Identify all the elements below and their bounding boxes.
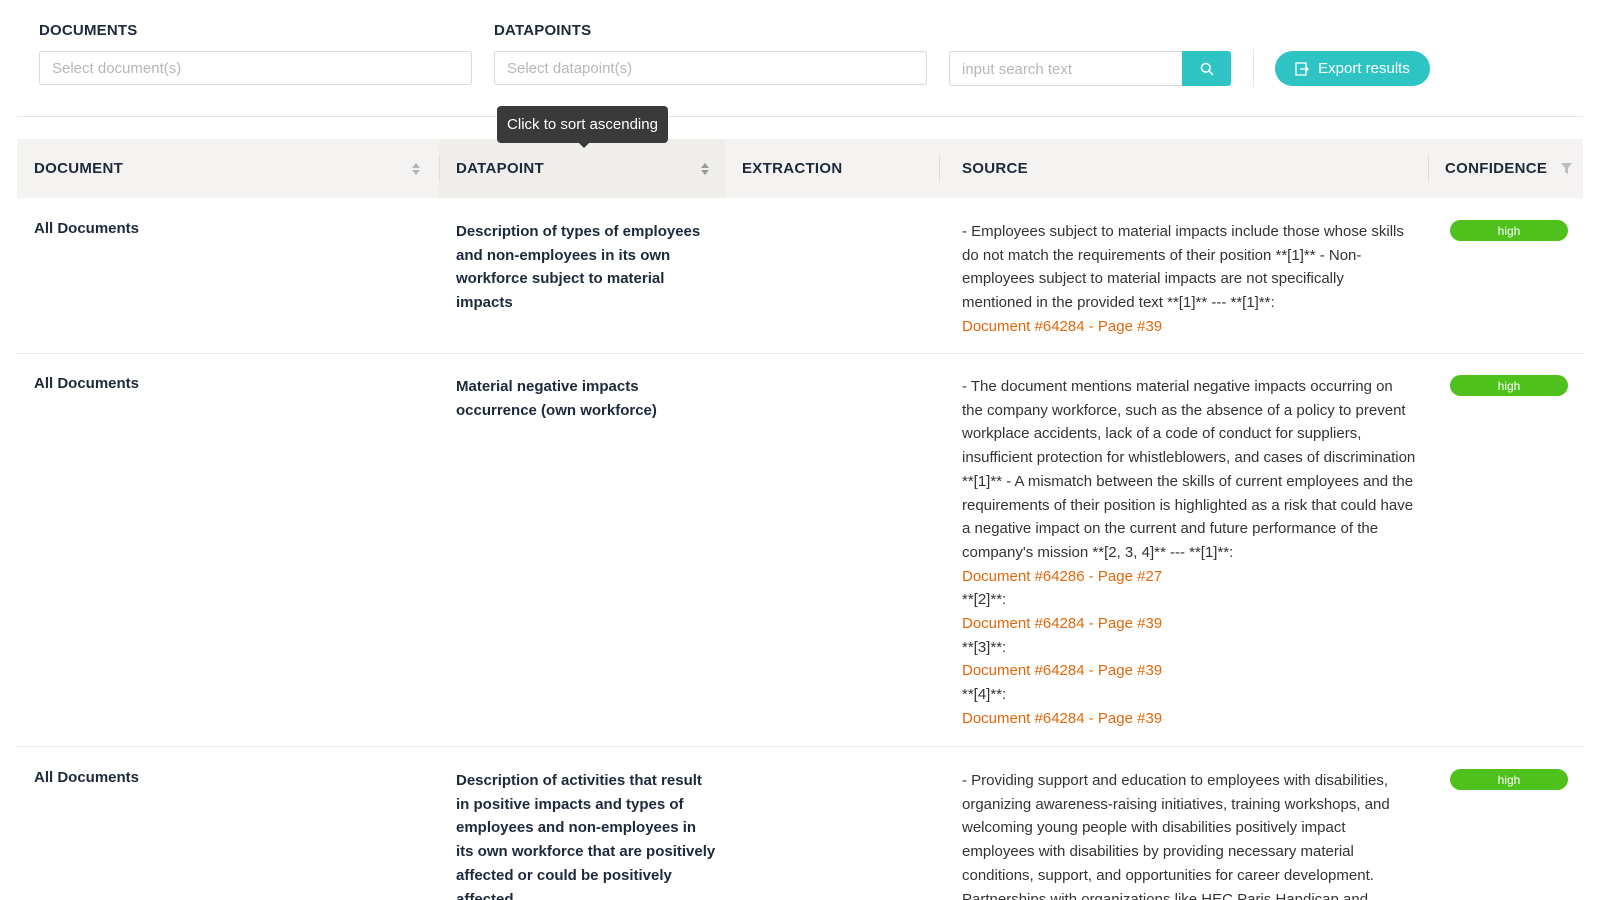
tooltip-arrow xyxy=(578,142,590,148)
datapoints-select[interactable]: Select datapoint(s) xyxy=(494,51,927,85)
source-cell: - Employees subject to material impacts … xyxy=(962,220,1417,339)
source-cell: - Providing support and education to emp… xyxy=(962,769,1417,900)
sort-tooltip: Click to sort ascending xyxy=(497,106,668,143)
export-label: Export results xyxy=(1318,60,1410,77)
datapoint-cell: Description of types of employees and no… xyxy=(456,223,701,312)
confidence-badge: high xyxy=(1450,769,1568,790)
toolbar-divider xyxy=(1253,49,1254,87)
column-header-datapoint[interactable]: DATAPOINT xyxy=(456,139,696,198)
source-text: - The document mentions material negativ… xyxy=(962,378,1416,561)
confidence-badge: high xyxy=(1450,220,1568,241)
datapoint-cell: Description of activities that result in… xyxy=(456,772,716,900)
table-row: All Documents Description of types of em… xyxy=(17,198,1583,354)
citation-marker: **[3]**: xyxy=(962,638,1007,656)
document-cell: All Documents xyxy=(34,220,140,237)
source-link[interactable]: Document #64284 - Page #39 xyxy=(962,707,1417,731)
documents-select[interactable]: Select document(s) xyxy=(39,51,472,85)
search-button[interactable] xyxy=(1182,51,1231,86)
datapoint-cell: Material negative impacts occurrence (ow… xyxy=(456,378,657,419)
column-header-document[interactable]: DOCUMENT xyxy=(34,139,424,198)
source-link[interactable]: Document #64284 - Page #39 xyxy=(962,315,1417,339)
column-divider xyxy=(1428,155,1429,182)
source-text: - Providing support and education to emp… xyxy=(962,772,1390,900)
document-cell: All Documents xyxy=(34,769,140,786)
citation-marker: **[4]**: xyxy=(962,686,1007,704)
source-link[interactable]: Document #64284 - Page #39 xyxy=(962,612,1417,636)
document-cell: All Documents xyxy=(34,375,140,392)
source-cell: - The document mentions material negativ… xyxy=(962,375,1417,731)
table-row: All Documents Material negative impacts … xyxy=(17,353,1583,747)
sort-icon[interactable] xyxy=(700,161,710,177)
datapoints-label: DATAPOINTS xyxy=(494,22,592,39)
table-header: DOCUMENT DATAPOINT EXTRACTION SOURCE CON… xyxy=(17,139,1583,198)
table-row: All Documents Description of activities … xyxy=(17,747,1583,900)
column-header-confidence[interactable]: CONFIDENCE xyxy=(1445,139,1555,198)
column-header-datapoint-label: DATAPOINT xyxy=(456,160,544,177)
search-input[interactable]: input search text xyxy=(949,51,1182,86)
search-icon xyxy=(1200,62,1213,75)
filters-bar: DOCUMENTS Select document(s) DATAPOINTS … xyxy=(0,0,1600,115)
export-icon xyxy=(1295,61,1310,76)
column-header-extraction-label: EXTRACTION xyxy=(742,160,843,177)
column-divider xyxy=(939,155,940,182)
source-text: - Employees subject to material impacts … xyxy=(962,223,1404,312)
source-link[interactable]: Document #64286 - Page #27 xyxy=(962,565,1417,589)
export-results-button[interactable]: Export results xyxy=(1275,51,1430,86)
column-header-confidence-label: CONFIDENCE xyxy=(1445,160,1548,177)
column-header-extraction: EXTRACTION xyxy=(742,139,932,198)
confidence-badge: high xyxy=(1450,375,1568,396)
column-header-source-label: SOURCE xyxy=(962,160,1028,177)
filters-divider xyxy=(17,116,1583,117)
source-link[interactable]: Document #64284 - Page #39 xyxy=(962,659,1417,683)
column-header-document-label: DOCUMENT xyxy=(34,160,124,177)
filter-icon[interactable] xyxy=(1561,163,1572,174)
documents-label: DOCUMENTS xyxy=(39,22,138,39)
citation-marker: **[2]**: xyxy=(962,591,1007,609)
search-group: input search text xyxy=(949,51,1231,86)
column-header-source: SOURCE xyxy=(962,139,1392,198)
column-divider xyxy=(439,155,440,182)
sort-icon[interactable] xyxy=(411,161,421,177)
